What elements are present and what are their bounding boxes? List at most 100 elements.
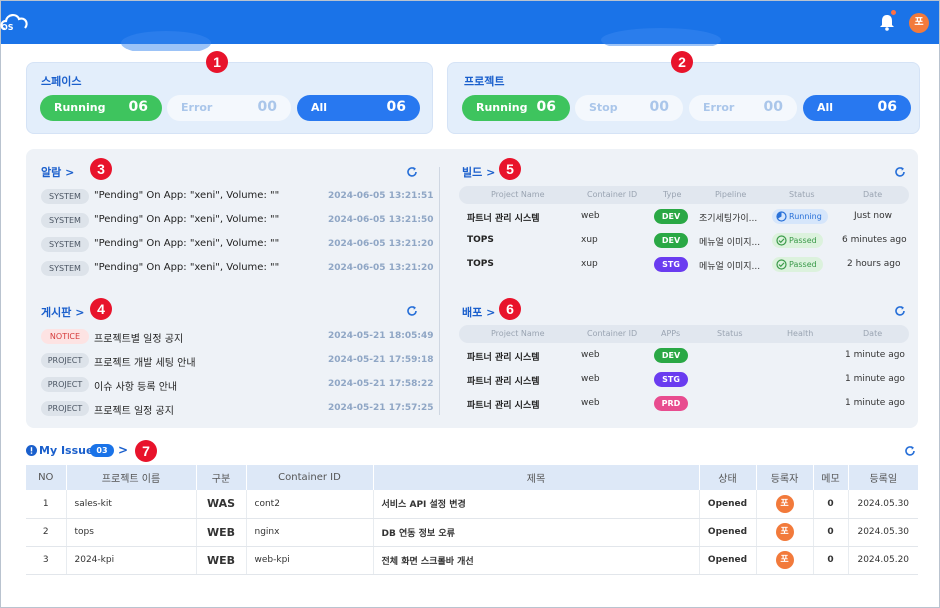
column-header[interactable]: NO bbox=[26, 465, 67, 490]
issue-row[interactable]: 3 2024-kpi WEB web-kpi 전체 화면 스크롤바 개선 Ope… bbox=[26, 546, 918, 575]
build-status-chip: Passed bbox=[772, 257, 823, 272]
column-header[interactable]: 메모 bbox=[813, 465, 849, 490]
project-running-stat[interactable]: Running 06 bbox=[462, 95, 570, 121]
alarm-tag: SYSTEM bbox=[41, 189, 89, 204]
board-message: 이슈 사항 등록 안내 bbox=[94, 382, 178, 393]
build-date: 6 minutes ago bbox=[842, 235, 907, 245]
build-row[interactable]: 파트너 관리 시스템 web DEV 조기세팅가이... Running Jus… bbox=[459, 207, 909, 227]
board-title-link[interactable]: 게시판 > bbox=[41, 304, 84, 320]
deploy-row[interactable]: 파트너 관리 시스템 web STG 1 minute ago bbox=[459, 370, 909, 390]
column-header[interactable]: 등록자 bbox=[756, 465, 814, 490]
issue-table-header: NO 프로젝트 이름 구분 Container ID 제목 상태 등록자 메모 … bbox=[26, 465, 918, 490]
env-tag: DEV bbox=[654, 233, 688, 248]
issue-project: 2024-kpi bbox=[66, 546, 197, 575]
issue-title-link[interactable]: DB 연동 정보 오류 bbox=[373, 518, 700, 547]
space-title: 스페이스 bbox=[41, 75, 82, 88]
notification-dot bbox=[891, 10, 896, 15]
issue-no: 2 bbox=[26, 518, 67, 547]
board-tag: PROJECT bbox=[41, 353, 89, 368]
build-table-header: Project Name Container ID Type Pipeline … bbox=[459, 186, 909, 204]
board-message: 프로젝트 일정 공지 bbox=[94, 406, 174, 417]
issue-no: 1 bbox=[26, 490, 67, 519]
project-error-stat[interactable]: Error 00 bbox=[689, 95, 797, 121]
issue-table: NO 프로젝트 이름 구분 Container ID 제목 상태 등록자 메모 … bbox=[26, 465, 918, 575]
issue-title-link[interactable]: 전체 화면 스크롤바 개선 bbox=[373, 546, 700, 575]
cloud-logo-icon[interactable] bbox=[0, 7, 33, 37]
deploy-table-header: Project Name Container ID APPs Status He… bbox=[459, 325, 909, 343]
deploy-date: 1 minute ago bbox=[845, 374, 905, 384]
issue-no: 3 bbox=[26, 546, 67, 575]
logo-text: OS bbox=[1, 23, 14, 32]
column-header: APPs bbox=[661, 329, 681, 338]
column-header: Date bbox=[863, 329, 883, 338]
build-pipeline: 메뉴얼 이미지... bbox=[699, 238, 761, 248]
app-tag: STG bbox=[654, 372, 688, 387]
issue-container: nginx bbox=[246, 518, 374, 547]
running-icon bbox=[776, 211, 787, 222]
build-refresh-icon[interactable] bbox=[894, 166, 906, 178]
board-time: 2024-05-21 17:57:25 bbox=[328, 403, 434, 413]
build-pipeline: 메뉴얼 이미지... bbox=[699, 262, 761, 272]
column-header[interactable]: 구분 bbox=[196, 465, 247, 490]
column-header: Status bbox=[717, 329, 743, 338]
bell-icon[interactable] bbox=[878, 13, 896, 31]
env-tag: DEV bbox=[654, 209, 688, 224]
deploy-container: web bbox=[581, 350, 600, 360]
build-title-link[interactable]: 빌드 > bbox=[462, 164, 495, 180]
build-date: 2 hours ago bbox=[847, 259, 901, 269]
column-header[interactable]: 프로젝트 이름 bbox=[66, 465, 197, 490]
space-running-stat[interactable]: Running 06 bbox=[40, 95, 162, 121]
issue-title-link[interactable]: 서비스 API 설정 변경 bbox=[373, 490, 700, 519]
build-pipeline: 조기세팅가이... bbox=[699, 214, 758, 224]
column-header: Date bbox=[863, 190, 883, 199]
deploy-row[interactable]: 파트너 관리 시스템 web PRD 1 minute ago bbox=[459, 394, 909, 414]
space-error-stat[interactable]: Error 00 bbox=[167, 95, 291, 121]
project-stop-stat[interactable]: Stop 00 bbox=[575, 95, 683, 121]
deploy-title-link[interactable]: 배포 > bbox=[462, 304, 495, 320]
issue-row[interactable]: 1 sales-kit WAS cont2 서비스 API 설정 변경 Open… bbox=[26, 490, 918, 519]
user-avatar[interactable]: 포 bbox=[909, 13, 929, 33]
column-header[interactable]: 제목 bbox=[373, 465, 700, 490]
check-circle-icon bbox=[776, 259, 787, 270]
board-time: 2024-05-21 18:05:49 bbox=[328, 331, 434, 341]
issue-status: Opened bbox=[699, 490, 757, 519]
issue-status: Opened bbox=[699, 546, 757, 575]
build-status-chip: Passed bbox=[772, 233, 823, 248]
app-tag: PRD bbox=[654, 396, 688, 411]
alarm-tag: SYSTEM bbox=[41, 213, 89, 228]
board-time: 2024-05-21 17:59:18 bbox=[328, 355, 434, 365]
column-header[interactable]: Container ID bbox=[246, 465, 374, 490]
build-row[interactable]: TOPS xup STG 메뉴얼 이미지... Passed 2 hours a… bbox=[459, 255, 909, 275]
author-avatar: 포 bbox=[775, 523, 794, 541]
alarm-message: "Pending" On App: "xeni", Volume: "" bbox=[94, 190, 280, 201]
build-container: xup bbox=[581, 235, 598, 245]
project-all-stat[interactable]: All 06 bbox=[803, 95, 911, 121]
deploy-date: 1 minute ago bbox=[845, 398, 905, 408]
marker-4: 4 bbox=[90, 298, 112, 320]
issue-refresh-icon[interactable] bbox=[904, 445, 916, 457]
deploy-project: 파트너 관리 시스템 bbox=[467, 377, 540, 387]
alarm-tag: SYSTEM bbox=[41, 237, 89, 252]
column-header[interactable]: 등록일 bbox=[848, 465, 918, 490]
alarm-title-link[interactable]: 알람 > bbox=[41, 164, 74, 180]
cloud-decoration-icon bbox=[121, 31, 211, 51]
alarm-time: 2024-06-05 13:21:20 bbox=[328, 239, 434, 249]
alarm-time: 2024-06-05 13:21:20 bbox=[328, 263, 434, 273]
env-tag: STG bbox=[654, 257, 688, 272]
marker-2: 2 bbox=[671, 51, 693, 73]
board-tag: PROJECT bbox=[41, 377, 89, 392]
cloud-decoration-icon bbox=[601, 28, 721, 46]
issue-row[interactable]: 2 tops WEB nginx DB 연동 정보 오류 Opened 포 0 … bbox=[26, 518, 918, 547]
build-row[interactable]: TOPS xup DEV 메뉴얼 이미지... Passed 6 minutes… bbox=[459, 231, 909, 251]
board-refresh-icon[interactable] bbox=[406, 305, 418, 317]
my-issue-title: My Issue bbox=[39, 444, 94, 457]
issue-count-badge: 03 bbox=[90, 444, 114, 457]
deploy-row[interactable]: 파트너 관리 시스템 web DEV 1 minute ago bbox=[459, 346, 909, 366]
issue-date: 2024.05.20 bbox=[848, 546, 918, 575]
deploy-refresh-icon[interactable] bbox=[894, 305, 906, 317]
project-title: 프로젝트 bbox=[464, 75, 505, 88]
build-project: 파트너 관리 시스템 bbox=[467, 214, 540, 224]
column-header[interactable]: 상태 bbox=[699, 465, 757, 490]
space-all-stat[interactable]: All 06 bbox=[297, 95, 420, 121]
alarm-refresh-icon[interactable] bbox=[406, 166, 418, 178]
